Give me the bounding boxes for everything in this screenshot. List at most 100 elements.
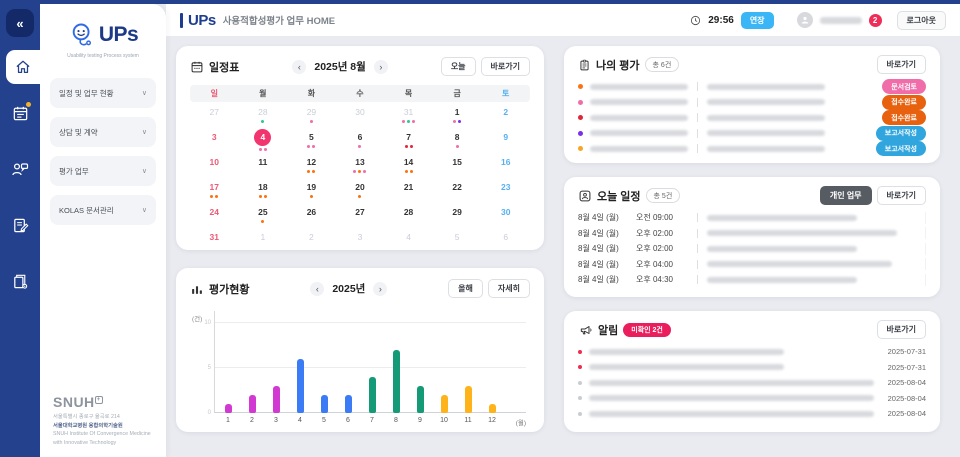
next-month-button[interactable]: › (373, 59, 388, 74)
megaphone-icon (580, 325, 592, 334)
calendar-day[interactable]: 29 (287, 104, 336, 129)
calendar-day[interactable]: 9 (481, 129, 530, 154)
calendar-day[interactable]: 30 (336, 104, 385, 129)
prev-month-button[interactable]: ‹ (292, 59, 307, 74)
evaluation-row[interactable]: 보고서작성 (578, 125, 926, 142)
calendar-day[interactable]: 7 (384, 129, 433, 154)
chart-bar[interactable] (392, 350, 400, 413)
chart-bar[interactable] (344, 395, 352, 413)
calendar-day[interactable]: 1 (433, 104, 482, 129)
chart-bar[interactable] (296, 359, 304, 413)
alert-unread-dot (578, 380, 582, 385)
calendar-day[interactable]: 31 (384, 104, 433, 129)
calendar-day[interactable]: 18 (239, 179, 288, 204)
sidebar-menu-item[interactable]: KOLAS 문서관리 ∨ (50, 195, 156, 225)
chart-bar[interactable] (272, 386, 280, 413)
today-schedule-title: 오늘 일정 (597, 190, 641, 203)
alert-row[interactable]: 2025-08-04 (578, 375, 926, 391)
calendar-day[interactable]: 27 (336, 204, 385, 229)
calendar-day[interactable]: 3 (190, 129, 239, 154)
rail-item-consult[interactable] (9, 158, 31, 180)
evaluation-row[interactable]: 접수완료 (578, 94, 926, 111)
chart-bar[interactable] (368, 377, 376, 413)
chart-bar[interactable] (416, 386, 424, 413)
chart-bar[interactable] (464, 386, 472, 413)
calendar-day[interactable]: 28 (384, 204, 433, 229)
calendar-day[interactable]: 10 (190, 154, 239, 179)
calendar-day[interactable]: 24 (190, 204, 239, 229)
calendar-day[interactable]: 12 (287, 154, 336, 179)
calendar-day[interactable]: 6 (481, 229, 530, 254)
schedule-row[interactable]: 8월 4일 (월) 오후 02:00 (578, 241, 926, 257)
rail-item-evaluation[interactable] (9, 214, 31, 236)
calendar-day[interactable]: 5 (287, 129, 336, 154)
next-year-button[interactable]: › (373, 281, 388, 296)
detail-button[interactable]: 자세히 (487, 279, 530, 298)
evaluation-row[interactable]: 문서검토 (578, 79, 926, 95)
logout-button[interactable]: 로그아웃 (896, 10, 946, 30)
calendar-day[interactable]: 27 (190, 104, 239, 129)
extend-session-button[interactable]: 연장 (740, 11, 774, 29)
calendar-day[interactable]: 14 (384, 154, 433, 179)
sidebar-menu-item[interactable]: 상담 및 계약 ∨ (50, 117, 156, 147)
calendar-day[interactable]: 31 (190, 229, 239, 254)
alert-row[interactable]: 2025-07-31 (578, 360, 926, 376)
calendar-day[interactable]: 21 (384, 179, 433, 204)
evaluation-row[interactable]: 접수완료 (578, 110, 926, 126)
collapse-sidebar-button[interactable]: « (6, 9, 34, 37)
calendar-day[interactable]: 19 (287, 179, 336, 204)
event-dots (433, 195, 482, 198)
this-year-button[interactable]: 올해 (448, 279, 483, 298)
calendar-shortcut-button[interactable]: 바로가기 (480, 57, 530, 76)
chart-bar[interactable] (224, 404, 232, 413)
calendar-day[interactable]: 2 (287, 229, 336, 254)
app-window: « UPs Usability testing Process system 일… (0, 0, 960, 457)
calendar-day[interactable]: 4 (239, 129, 288, 154)
calendar-day[interactable]: 5 (433, 229, 482, 254)
alert-row[interactable]: 2025-07-31 (578, 344, 926, 360)
calendar-day[interactable]: 13 (336, 154, 385, 179)
chart-bar[interactable] (320, 395, 328, 413)
calendar-day[interactable]: 25 (239, 204, 288, 229)
schedule-row[interactable]: 8월 4일 (월) 오후 04:00 (578, 257, 926, 273)
calendar-day[interactable]: 23 (481, 179, 530, 204)
calendar-day[interactable]: 29 (433, 204, 482, 229)
calendar-day[interactable]: 1 (239, 229, 288, 254)
chart-bar[interactable] (488, 404, 496, 413)
sidebar-menu-item[interactable]: 평가 업무 ∨ (50, 156, 156, 186)
alert-row[interactable]: 2025-08-04 (578, 406, 926, 422)
sidebar-menu-item[interactable]: 일정 및 업무 현황 ∨ (50, 78, 156, 108)
chart-bar[interactable] (248, 395, 256, 413)
calendar-day[interactable]: 30 (481, 204, 530, 229)
schedule-row[interactable]: 8월 4일 (월) 오후 02:00 (578, 226, 926, 242)
event-dots (287, 245, 336, 248)
alert-row[interactable]: 2025-08-04 (578, 391, 926, 407)
calendar-day[interactable]: 4 (384, 229, 433, 254)
calendar-day[interactable]: 11 (239, 154, 288, 179)
evaluation-row[interactable]: 보고서작성 (578, 141, 926, 157)
calendar-day[interactable]: 17 (190, 179, 239, 204)
calendar-day[interactable]: 3 (336, 229, 385, 254)
personal-task-button[interactable]: 개인 업무 (819, 186, 872, 205)
calendar-day[interactable]: 26 (287, 204, 336, 229)
today-shortcut-button[interactable]: 바로가기 (876, 186, 926, 205)
alerts-shortcut-button[interactable]: 바로가기 (876, 320, 926, 339)
prev-year-button[interactable]: ‹ (310, 281, 325, 296)
calendar-day[interactable]: 20 (336, 179, 385, 204)
rail-item-schedule[interactable] (9, 102, 31, 124)
my-evaluations-shortcut-button[interactable]: 바로가기 (876, 55, 926, 74)
schedule-row[interactable]: 8월 4일 (월) 오전 09:00 (578, 210, 926, 226)
today-button[interactable]: 오늘 (440, 57, 476, 76)
calendar-day[interactable]: 28 (239, 104, 288, 129)
calendar-day[interactable]: 8 (433, 129, 482, 154)
calendar-day[interactable]: 6 (336, 129, 385, 154)
calendar-day[interactable]: 2 (481, 104, 530, 129)
rail-item-home-active[interactable] (6, 50, 40, 84)
rail-item-kolas-docs[interactable] (9, 270, 31, 292)
calendar-day[interactable]: 16 (481, 154, 530, 179)
calendar-day[interactable]: 22 (433, 179, 482, 204)
chart-bar[interactable] (440, 395, 448, 413)
schedule-row[interactable]: 8월 4일 (월) 오후 04:30 (578, 272, 926, 288)
chart-title: 평가현황 (209, 283, 250, 296)
calendar-day[interactable]: 15 (433, 154, 482, 179)
